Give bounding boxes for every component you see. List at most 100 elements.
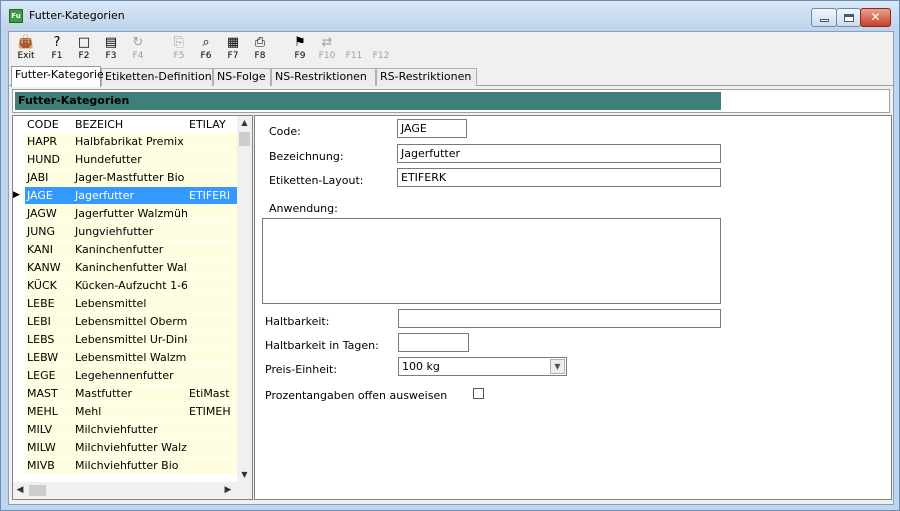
code-field[interactable]: JAGE [397,119,467,138]
table-cell: Halbfabrikat Premix [73,133,187,150]
toolbar-button-f12[interactable]: F12 [369,34,393,63]
table-row[interactable]: ▶ JAGE Jagerfutter ETIFERI [13,187,237,204]
vertical-scroll-thumb[interactable] [239,132,250,146]
table-cell [187,313,237,330]
row-indicator [13,367,25,384]
toolbar-button-f3[interactable]: ▤ F3 [99,34,123,63]
table-row[interactable]: KANW Kaninchenfutter Walzr [13,259,237,276]
app-window: Fu Futter-Kategorien ✕ 👜 Exit ? F1 □ F2 ▤ F3 ↻ F4… [0,0,900,511]
tab-etiketten-definition[interactable]: Etiketten-Definition [101,68,213,86]
toolbar-button-f10[interactable]: ⇄ F10 [315,34,339,63]
table-cell: Mehl [73,403,187,420]
table-cell: Jager-Mastfutter Bio ( [73,169,187,186]
title-bar[interactable]: Fu Futter-Kategorien ✕ [1,1,899,31]
maximize-icon [844,14,854,22]
table-cell: Milchviehfutter Bio [73,457,187,474]
toolbar-f4-icon: ↻ [132,35,144,50]
toolbar-button-f5[interactable]: ⎘ F5 [167,34,191,63]
toolbar-button-f8[interactable]: ⎙ F8 [248,34,272,63]
table-cell [187,259,237,276]
haltbarkeit-tage-label: Haltbarkeit in Tagen: [265,339,379,352]
column-header[interactable]: ETILAY [187,116,237,133]
scroll-up-icon[interactable]: ▲ [237,116,252,130]
horizontal-scroll-thumb[interactable] [29,485,46,496]
toolbar-f8-icon: ⎙ [254,35,266,50]
table-row[interactable]: LEBW Lebensmittel Walzmü [13,349,237,366]
column-header[interactable]: BEZEICH [73,116,187,133]
table-row[interactable]: LEBS Lebensmittel Ur-Dinke [13,331,237,348]
toolbar-button-f11[interactable]: F11 [342,34,366,63]
preis-einheit-label: Preis-Einheit: [265,363,338,376]
scroll-down-icon[interactable]: ▼ [237,468,252,482]
table-cell [187,331,237,348]
tab-futter-kategorie[interactable]: Futter-Kategorie [11,66,104,87]
preis-einheit-select[interactable]: 100 kg ▼ [398,357,567,376]
scroll-right-icon[interactable]: ▶ [221,482,235,499]
table-row[interactable]: MILV Milchviehfutter [13,421,237,438]
table-row[interactable]: MEHL Mehl ETIMEH [13,403,237,420]
chevron-down-icon[interactable]: ▼ [550,359,565,374]
anwendung-textarea[interactable] [262,218,721,304]
bezeichnung-field[interactable]: Jagerfutter [397,144,721,163]
toolbar-button-f9[interactable]: ⚑ F9 [288,34,312,63]
toolbar-f9-icon: ⚑ [294,35,306,50]
table-row[interactable]: LEGE Legehennenfutter [13,367,237,384]
table-cell: Milchviehfutter Walzm [73,439,187,456]
row-indicator [13,403,25,420]
table-cell: HUND [25,151,73,168]
row-indicator [13,277,25,294]
table-row[interactable]: KANI Kaninchenfutter [13,241,237,258]
table-cell: MILV [25,421,73,438]
minimize-icon [820,19,829,22]
table-cell [187,421,237,438]
prozentangaben-checkbox[interactable] [473,388,484,399]
table-row[interactable]: MAST Mastfutter EtiMast [13,385,237,402]
table-row[interactable]: LEBE Lebensmittel [13,295,237,312]
tab-rs-restriktionen[interactable]: RS-Restriktionen [376,68,477,86]
table-cell: Jagerfutter Walzmühle [73,205,187,222]
table-row[interactable]: MIVB Milchviehfutter Bio [13,457,237,474]
toolbar-f1-icon: ? [53,35,61,50]
table-cell: HAPR [25,133,73,150]
code-label: Code: [269,125,301,138]
table-row[interactable]: JUNG Jungviehfutter [13,223,237,240]
table-row[interactable]: KÜCK Kücken-Aufzucht 1-6 V [13,277,237,294]
tab-ns-folge[interactable]: NS-Folge [213,68,271,86]
row-indicator [13,457,25,474]
row-indicator [13,151,25,168]
toolbar-button-f1[interactable]: ? F1 [45,34,69,63]
toolbar-button-label: F11 [345,51,363,61]
toolbar-button-f7[interactable]: ▦ F7 [221,34,245,63]
table-cell: MEHL [25,403,73,420]
toolbar-button-f6[interactable]: ⌕ F6 [194,34,218,63]
vertical-scrollbar[interactable]: ▲ ▼ [237,116,252,482]
table-cell [187,223,237,240]
table-cell: LEBW [25,349,73,366]
haltbarkeit-tage-field[interactable] [398,333,469,352]
toolbar-button-f2[interactable]: □ F2 [72,34,96,63]
table-cell: LEGE [25,367,73,384]
table-row[interactable]: HAPR Halbfabrikat Premix [13,133,237,150]
table-cell: KANW [25,259,73,276]
table-cell [187,439,237,456]
tab-ns-restriktionen[interactable]: NS-Restriktionen [271,68,376,86]
category-grid[interactable]: CODE BEZEICH ETILAY HAPR Halbfabrikat Premix… [13,116,237,482]
maximize-button[interactable] [836,8,861,27]
column-header[interactable]: CODE [25,116,73,133]
table-cell: Legehennenfutter [73,367,187,384]
table-row[interactable]: LEBI Lebensmittel Obermü [13,313,237,330]
table-row[interactable]: HUND Hundefutter [13,151,237,168]
toolbar: 👜 Exit ? F1 □ F2 ▤ F3 ↻ F4 ⎘ F5 ⌕ F6 ▦ F7 ⎙ F8 ⚑ F9 ⇄ F10 F11 F… [9,32,893,65]
toolbar-button-f4[interactable]: ↻ F4 [126,34,150,63]
table-cell: Kaninchenfutter Walzr [73,259,187,276]
scroll-left-icon[interactable]: ◀ [13,482,27,499]
etiketten-layout-field[interactable]: ETIFERK [397,168,721,187]
table-row[interactable]: JABI Jager-Mastfutter Bio ( [13,169,237,186]
table-row[interactable]: MILW Milchviehfutter Walzm [13,439,237,456]
toolbar-button-exit[interactable]: 👜 Exit [14,34,38,63]
minimize-button[interactable] [811,8,837,27]
table-row[interactable]: JAGW Jagerfutter Walzmühle [13,205,237,222]
haltbarkeit-field[interactable] [398,309,721,328]
horizontal-scrollbar[interactable]: ◀ ▶ [13,482,237,499]
close-button[interactable]: ✕ [860,8,891,27]
